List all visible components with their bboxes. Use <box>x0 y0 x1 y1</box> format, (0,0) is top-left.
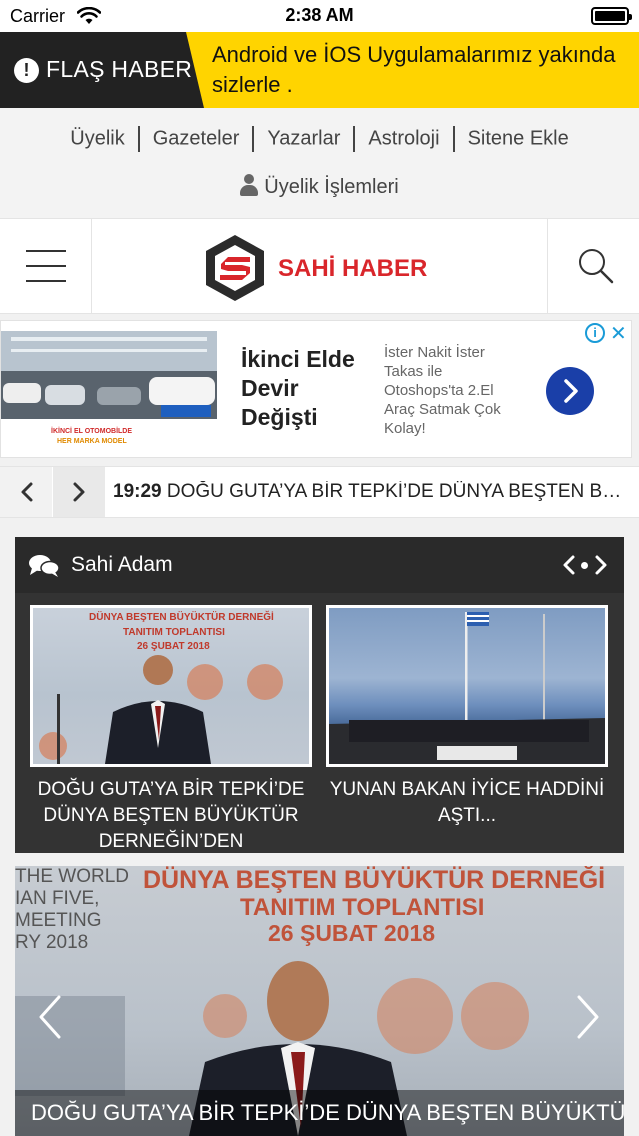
user-icon <box>240 174 259 196</box>
widget-next-icon[interactable] <box>593 554 609 576</box>
news-card-image[interactable]: DÜNYA BEŞTEN BÜYÜKTÜR DERNEĞİ TANITIM TO… <box>30 605 312 767</box>
slider-dot-icon <box>581 562 588 569</box>
top-links: Üyelik Gazeteler Yazarlar Astroloji Sitene E… <box>0 126 639 152</box>
slider-next-icon[interactable] <box>575 994 601 1040</box>
headline-slider[interactable]: DÜNYA BEŞTEN BÜYÜKTÜR DERNEĞİ TANITIM TO… <box>15 866 624 1136</box>
app-screen: Carrier 2:38 AM ! FLAŞ HABER Android ve … <box>0 0 639 1136</box>
ad-image-text-1: İKİNCİ EL OTOMOBİLDE <box>51 428 133 435</box>
widget-title: Sahi Adam <box>71 553 173 576</box>
divider <box>452 126 455 152</box>
ad-parking-cars-image <box>1 331 217 419</box>
divider <box>252 126 255 152</box>
ticker-next-button[interactable] <box>53 467 105 517</box>
chevron-left-icon <box>21 482 33 502</box>
ticker-headline[interactable]: 19:29 DOĞU GUTA’YA BİR TEPKİ’DE DÜNYA BE… <box>113 481 623 503</box>
news-card[interactable]: YUNAN BAKAN İYİCE HADDİNİ AŞTI... <box>326 605 608 829</box>
comments-icon <box>29 555 59 577</box>
ad-title[interactable]: İkinci Elde Devir Değişti <box>241 345 371 432</box>
logo-mark-icon <box>206 235 264 301</box>
slider-caption[interactable]: DOĞU GUTA’YA BİR TEPKİ’DE DÜNYA BEŞTEN B… <box>15 1090 624 1136</box>
search-icon <box>579 249 614 284</box>
widget-header: Sahi Adam <box>15 537 624 593</box>
ticker-time: 19:29 <box>113 481 162 502</box>
flash-news-bar[interactable]: ! FLAŞ HABER Android ve İOS Uygulamaları… <box>0 32 639 108</box>
news-card-caption[interactable]: YUNAN BAKAN İYİCE HADDİNİ AŞTI... <box>326 777 608 829</box>
island-flag-photo <box>329 612 605 764</box>
nav-link-gazeteler[interactable]: Gazeteler <box>153 128 240 150</box>
hamburger-line <box>26 280 66 282</box>
ad-image-text-2: HER MARKA MODEL <box>57 438 127 445</box>
clock: 2:38 AM <box>285 5 354 25</box>
site-logo[interactable]: SAHİ HABER <box>202 233 442 303</box>
ad-close-icon[interactable]: ✕ <box>610 321 627 346</box>
nav-link-sitene-ekle[interactable]: Sitene Ekle <box>468 128 569 150</box>
ad-image[interactable]: İKİNCİ EL OTOMOBİLDE HER MARKA MODEL <box>1 331 217 449</box>
site-header: SAHİ HABER <box>0 218 639 314</box>
ad-info-icon[interactable]: i <box>585 323 605 343</box>
logo-text-part2: HABER <box>342 255 428 282</box>
chevron-right-icon <box>73 482 85 502</box>
sahi-adam-widget: Sahi Adam DÜNYA BEŞTEN BÜYÜKTÜR DERNEĞİ … <box>15 537 624 853</box>
battery-icon <box>591 7 632 25</box>
logo-text: SAHİ HABER <box>278 255 427 283</box>
flash-news-label: ! FLAŞ HABER <box>0 32 204 108</box>
nav-link-uyelik[interactable]: Üyelik <box>70 128 124 150</box>
logo-text-part1: SAHİ <box>278 255 336 282</box>
nav-link-yazarlar[interactable]: Yazarlar <box>267 128 340 150</box>
member-actions-link[interactable]: Üyelik İşlemleri <box>0 174 639 199</box>
menu-button[interactable] <box>0 219 92 313</box>
search-button[interactable] <box>547 219 639 313</box>
alert-icon: ! <box>14 58 39 83</box>
news-card-caption[interactable]: DOĞU GUTA’YA BİR TEPKİ’DE DÜNYA BEŞTEN B… <box>30 777 312 855</box>
widget-prev-icon[interactable] <box>561 554 577 576</box>
top-navigation: Üyelik Gazeteler Yazarlar Astroloji Sitene E… <box>0 108 639 218</box>
hamburger-line <box>26 250 66 252</box>
divider <box>137 126 140 152</box>
news-card-image[interactable] <box>326 605 608 767</box>
speaker-photo <box>39 655 283 764</box>
divider <box>353 126 356 152</box>
nav-link-astroloji[interactable]: Astroloji <box>368 128 439 150</box>
flash-news-title: FLAŞ HABER <box>46 56 193 82</box>
hamburger-line <box>26 265 66 267</box>
flash-news-message[interactable]: Android ve İOS Uygulamalarımız yakında s… <box>212 40 632 100</box>
ticker-headline-text: DOĞU GUTA’YA BİR TEPKİ’DE DÜNYA BEŞTEN B… <box>166 481 623 502</box>
chevron-right-icon <box>564 379 578 403</box>
ticker-prev-button[interactable] <box>0 467 52 517</box>
ad-description: İster Nakit İster Takas ile Otoshops'ta … <box>384 344 501 437</box>
status-bar: Carrier 2:38 AM <box>0 0 639 32</box>
news-ticker: 19:29 DOĞU GUTA’YA BİR TEPKİ’DE DÜNYA BE… <box>0 466 639 518</box>
ad-banner[interactable]: İKİNCİ EL OTOMOBİLDE HER MARKA MODEL İki… <box>0 320 632 458</box>
ad-open-button[interactable] <box>546 367 594 415</box>
member-actions-label: Üyelik İşlemleri <box>264 176 399 198</box>
news-card[interactable]: DÜNYA BEŞTEN BÜYÜKTÜR DERNEĞİ TANITIM TO… <box>30 605 312 855</box>
slider-prev-icon[interactable] <box>37 994 63 1040</box>
